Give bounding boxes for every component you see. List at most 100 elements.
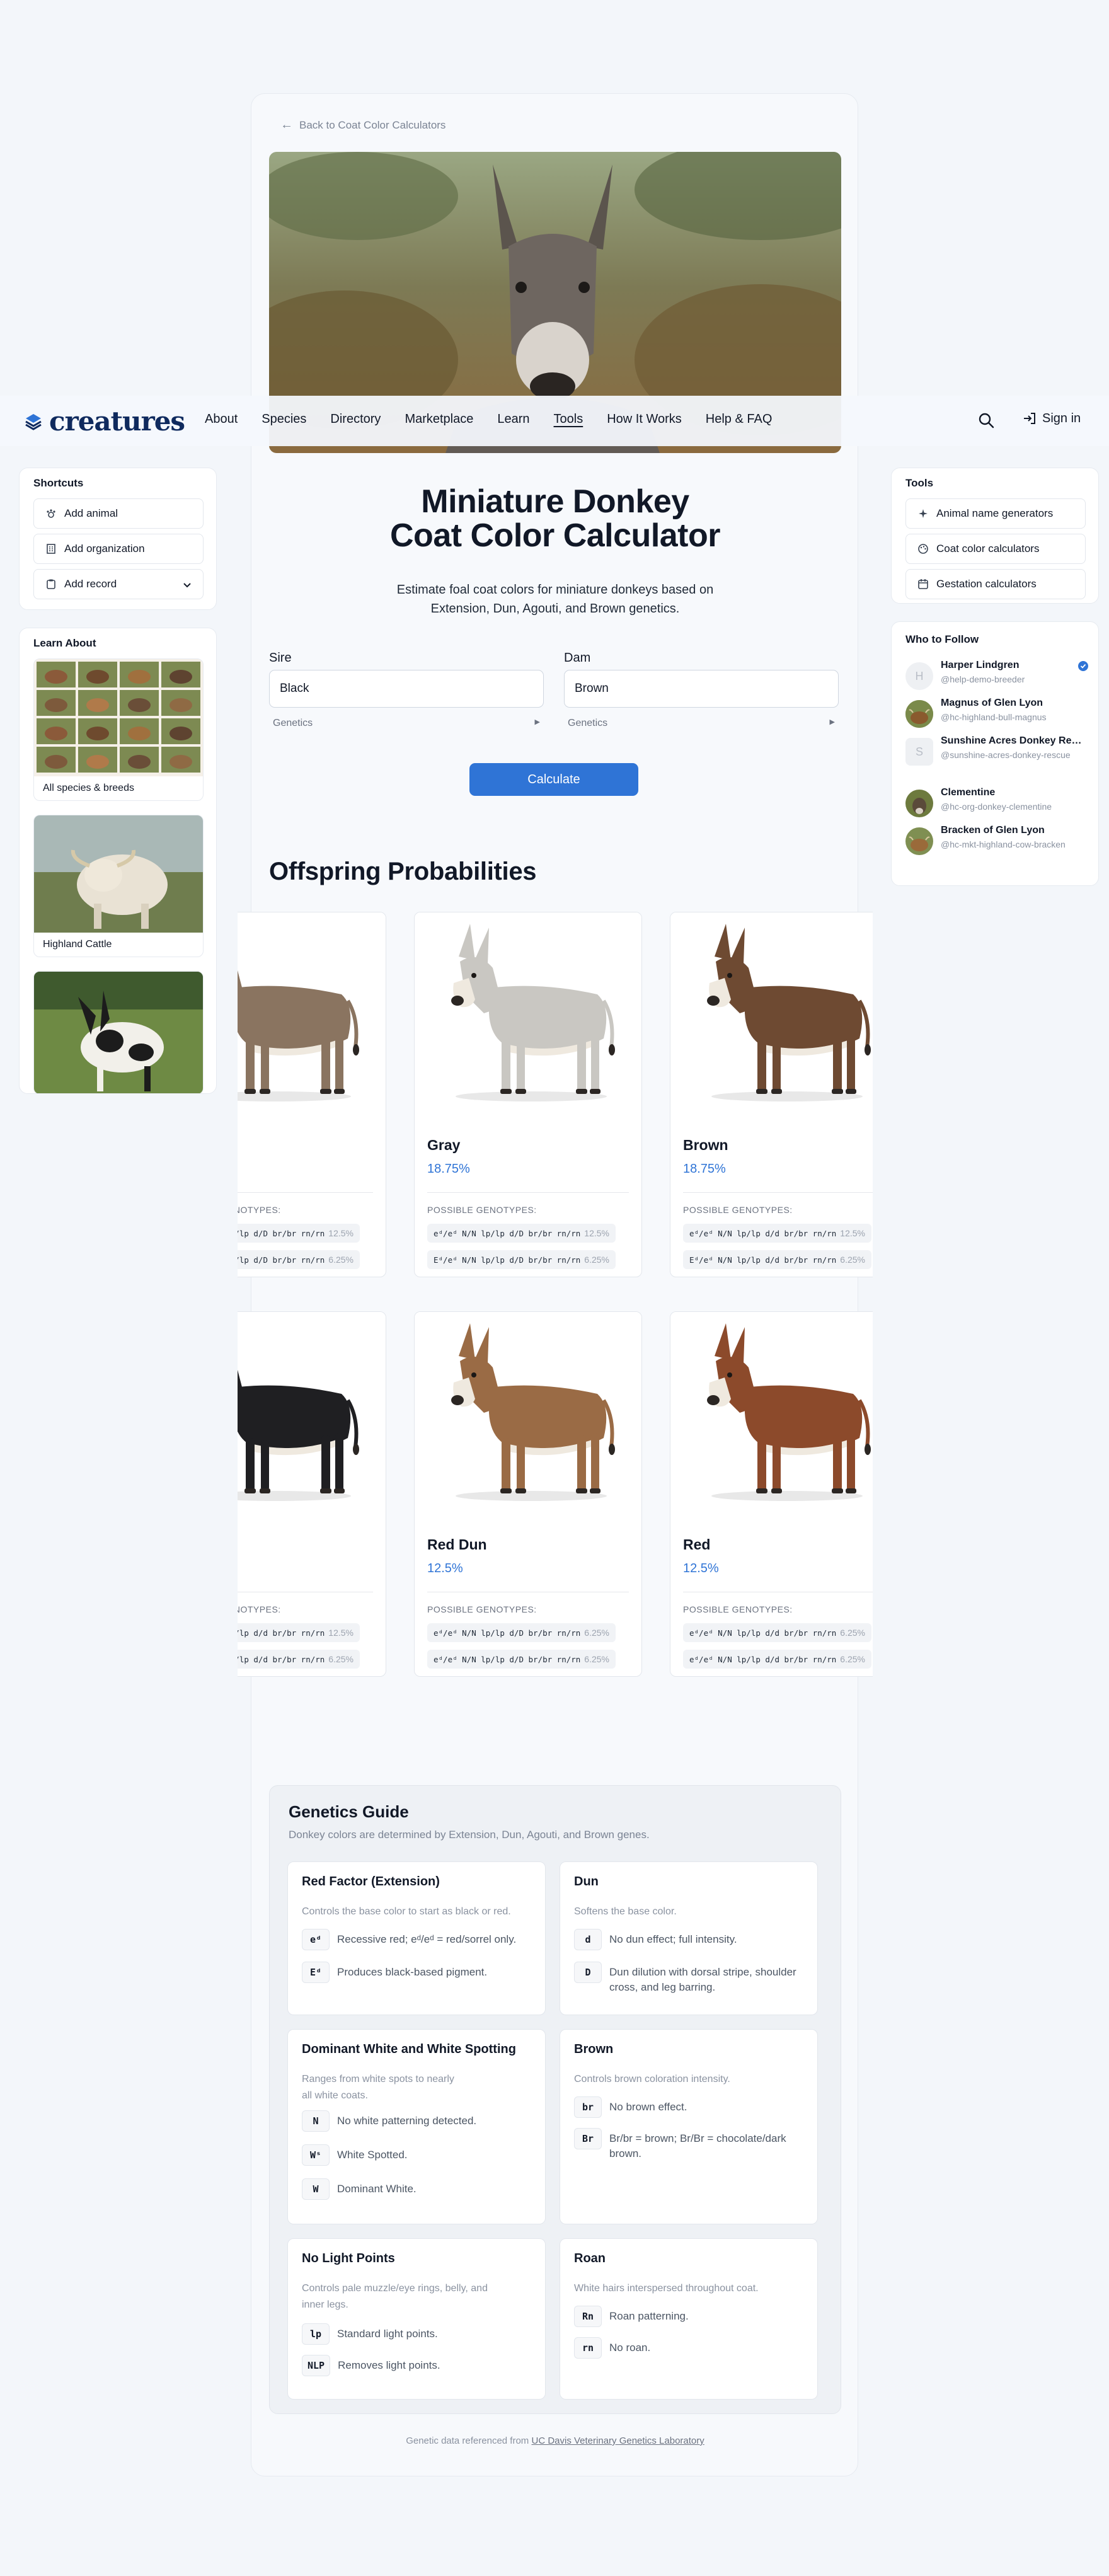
nav-item-learn[interactable]: Learn <box>497 412 529 427</box>
follow-name: Harper Lindgren <box>941 660 1020 670</box>
offspring-card[interactable]: Black 12.5% POSSIBLE GENOTYPES: eᵈ/eᵈ N/… <box>238 1311 386 1677</box>
follow-handle: @hc-mkt-highland-cow-bracken <box>941 839 1066 849</box>
genotype-pill: eᵈ/eᵈ N/N lp/lp d/D br/br rn/rn12.5% <box>427 1224 616 1243</box>
back-link[interactable]: ← Back to Coat Color Calculators <box>280 118 445 132</box>
sire-genetics-toggle[interactable]: Genetics ▶ <box>269 718 544 729</box>
offspring-card[interactable]: Red 12.5% POSSIBLE GENOTYPES: eᵈ/eᵈ N/N … <box>670 1311 873 1677</box>
nav-item-species[interactable]: Species <box>261 412 306 427</box>
allele-chip: br <box>574 2096 602 2118</box>
genotype-probability: 12.5% <box>840 1228 865 1238</box>
page-subtitle: Estimate foal coat colors for miniature … <box>396 583 714 616</box>
genotype-pill: Eᵈ/eᵈ N/N lp/lp d/D br/br rn/rn6.25% <box>427 1250 616 1269</box>
follow-name: Magnus of Glen Lyon <box>941 698 1043 708</box>
genotype-probability: 12.5% <box>328 1628 353 1638</box>
footnote-text: Genetic data referenced from <box>406 2435 532 2446</box>
nav-item-marketplace[interactable]: Marketplace <box>405 412 473 427</box>
genotype-code: eᵈ/eᵈ N/N lp/lp d/D br/br rn/rn <box>238 1229 325 1238</box>
add-animal-button[interactable]: Add animal <box>33 498 204 529</box>
animal-name-generators-button[interactable]: Animal name generators <box>905 498 1086 529</box>
genotype-pill: eᵈ/eᵈ N/N lp/lp d/d br/br rn/rn12.5% <box>238 1623 360 1642</box>
allele-chip: Br <box>574 2128 602 2149</box>
guide-card-desc: Controls pale muzzle/eye rings, belly, a… <box>302 2283 488 2310</box>
genotype-code: Eᵈ/eᵈ N/N lp/lp d/D br/br rn/rn <box>434 1255 581 1265</box>
allele-text: No brown effect. <box>609 2101 687 2113</box>
offspring-card[interactable]: Brown 18.75% POSSIBLE GENOTYPES: eᵈ/eᵈ N… <box>670 912 873 1277</box>
coat-color-calculators-button[interactable]: Coat color calculators <box>905 534 1086 564</box>
genotype-pill: eᵈ/eᵈ N/N lp/lp d/D br/br rn/rn12.5% <box>238 1224 360 1243</box>
add-animal-label: Add animal <box>64 507 118 519</box>
species-grid-image <box>34 659 203 776</box>
caret-right-icon: ▶ <box>534 718 540 726</box>
calculate-button[interactable]: Calculate <box>469 763 638 796</box>
dam-input[interactable]: Brown <box>564 670 839 708</box>
highland-cattle-image <box>34 815 203 933</box>
color-name: Gray <box>427 1137 461 1153</box>
logo-text: creatures <box>49 406 185 437</box>
guide-card-desc: Controls the base color to start as blac… <box>302 1906 511 1917</box>
allele-text: Dun dilution with dorsal stripe, shoulde… <box>609 1966 796 1993</box>
add-organization-button[interactable]: Add organization <box>33 534 204 564</box>
add-record-button[interactable]: Add record <box>33 569 204 599</box>
sire-input[interactable]: Black <box>269 670 544 708</box>
nav-item-directory[interactable]: Directory <box>330 412 381 427</box>
follow-item[interactable]: S Sunshine Acres Donkey Rescue @sunshine… <box>905 735 1088 771</box>
allele-chip: Eᵈ <box>302 1962 330 1983</box>
allele-text: White Spotted. <box>337 2149 408 2161</box>
color-name: Red Dun <box>427 1536 487 1553</box>
guide-card-title: No Light Points <box>302 2251 395 2265</box>
follow-name: Clementine <box>941 787 996 798</box>
offspring-card[interactable]: Gray Dun 25% POSSIBLE GENOTYPES: eᵈ/eᵈ N… <box>238 912 386 1277</box>
calendar-icon <box>918 579 928 589</box>
title-line-2: Coat Color Calculator <box>390 517 721 554</box>
offspring-card[interactable]: Gray 18.75% POSSIBLE GENOTYPES: eᵈ/eᵈ N/… <box>414 912 642 1277</box>
allele-chip: lp <box>302 2323 330 2345</box>
offspring-row-1[interactable]: Gray Dun 25% POSSIBLE GENOTYPES: eᵈ/eᵈ N… <box>238 912 873 1296</box>
logo[interactable]: creatures <box>24 406 185 437</box>
avatar <box>905 700 933 728</box>
offspring-row-2[interactable]: Black 12.5% POSSIBLE GENOTYPES: eᵈ/eᵈ N/… <box>238 1311 873 1696</box>
dam-genetics-toggle[interactable]: Genetics ▶ <box>564 718 839 729</box>
follow-item[interactable]: H Harper Lindgren @help-demo-breeder <box>905 660 1088 695</box>
spotted-donkey-image <box>34 972 203 1093</box>
allele-text: Standard light points. <box>337 2328 438 2340</box>
probability: 18.75% <box>683 1162 726 1176</box>
tool-label: Animal name generators <box>936 507 1054 519</box>
nav-item-about[interactable]: About <box>205 412 238 427</box>
offspring-card[interactable]: Red Dun 12.5% POSSIBLE GENOTYPES: eᵈ/eᵈ … <box>414 1311 642 1677</box>
genotype-code: Eᵈ/eᵈ N/N lp/lp d/D br/br rn/rn <box>238 1255 325 1265</box>
ucdavis-link[interactable]: UC Davis Veterinary Genetics Laboratory <box>531 2435 704 2446</box>
nav-item-tools[interactable]: Tools <box>554 412 583 427</box>
guide-title: Genetics Guide <box>289 1802 409 1821</box>
avatar: H <box>905 662 933 690</box>
search-icon[interactable] <box>977 411 996 430</box>
donkey-image <box>415 1312 641 1520</box>
learn-card-highland-cattle[interactable]: Highland Cattle <box>33 815 204 957</box>
gestation-calculators-button[interactable]: Gestation calculators <box>905 569 1086 599</box>
allele-text: No white patterning detected. <box>337 2115 477 2127</box>
allele-chip: eᵈ <box>302 1929 330 1950</box>
sign-in-button[interactable]: Sign in <box>1022 411 1081 426</box>
guide-card-nlp: No Light Points Controls pale muzzle/eye… <box>287 2238 546 2400</box>
who-to-follow-panel: Who to Follow H Harper Lindgren @help-de… <box>891 621 1099 886</box>
probability: 12.5% <box>683 1561 719 1575</box>
genotypes-label: POSSIBLE GENOTYPES: <box>427 1604 537 1614</box>
verified-badge-icon <box>1078 661 1088 671</box>
genotype-pill: eᵈ/eᵈ N/N lp/lp d/D br/br rn/rn 6.25% <box>427 1623 616 1642</box>
learn-card-all-species[interactable]: All species & breeds <box>33 658 204 801</box>
nav-item-help-faq[interactable]: Help & FAQ <box>706 412 773 427</box>
nav-items: About Species Directory Marketplace Lear… <box>205 412 796 427</box>
allele-text: No roan. <box>609 2342 651 2354</box>
nav-item-how-it-works[interactable]: How It Works <box>607 412 682 427</box>
genotype-pill: Eᵈ/eᵈ N/N lp/lp d/D br/br rn/rn6.25% <box>238 1250 360 1269</box>
shortcuts-title: Shortcuts <box>33 477 84 489</box>
follow-item[interactable]: Magnus of Glen Lyon @hc-highland-bull-ma… <box>905 698 1088 733</box>
follow-name: Sunshine Acres Donkey Rescue <box>941 735 1087 746</box>
allele-text: No dun effect; full intensity. <box>609 1933 737 1945</box>
follow-item[interactable]: Bracken of Glen Lyon @hc-mkt-highland-co… <box>905 825 1088 860</box>
allele-text: Produces black-based pigment. <box>337 1966 488 1978</box>
learn-card-donkey[interactable] <box>33 971 204 1093</box>
guide-card-desc: White hairs interspersed throughout coat… <box>574 2283 759 2294</box>
chevron-down-icon <box>183 583 191 588</box>
follow-item[interactable]: Clementine @hc-org-donkey-clementine <box>905 787 1088 822</box>
guide-card-dun: Dun Softens the base color. d No dun effe… <box>560 1861 818 2015</box>
